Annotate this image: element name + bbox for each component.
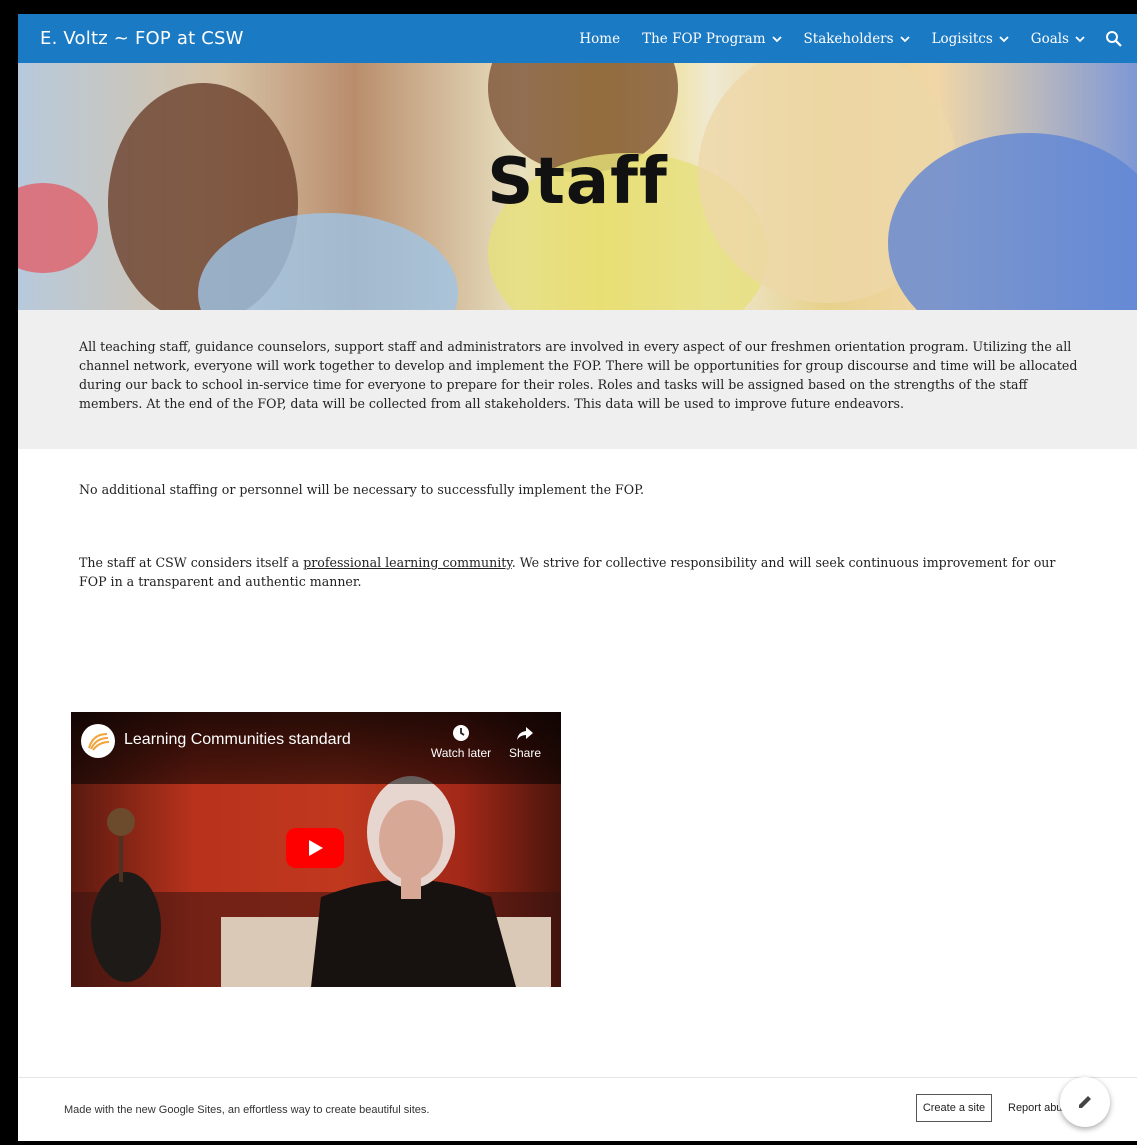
watch-later-label: Watch later [430, 746, 492, 760]
create-site-button[interactable]: Create a site [916, 1094, 992, 1122]
pencil-icon [1079, 1096, 1091, 1108]
intro-paragraph: All teaching staff, guidance counselors,… [79, 339, 1078, 411]
main-nav: Home The FOP Program Stakeholders Logisi… [579, 14, 1137, 63]
top-navigation-bar: E. Voltz ~ FOP at CSW Home The FOP Progr… [18, 14, 1137, 63]
video-title[interactable]: Learning Communities standard [124, 731, 351, 749]
nav-item-label: The FOP Program [642, 30, 766, 47]
nav-item-logistics[interactable]: Logisitcs [932, 31, 1009, 47]
report-abuse-link[interactable]: Report abu [1008, 1102, 1062, 1114]
nav-item-goals[interactable]: Goals [1031, 31, 1085, 47]
nav-item-label: Goals [1030, 30, 1069, 47]
nav-item-fop-program[interactable]: The FOP Program [642, 30, 782, 47]
staffing-paragraph: No additional staffing or personnel will… [79, 482, 645, 497]
nav-item-home[interactable]: Home [579, 31, 620, 47]
channel-logo[interactable] [81, 724, 115, 758]
channel-logo-icon [88, 733, 110, 751]
video-header: Learning Communities standard Watch late… [71, 712, 561, 784]
page-frame: E. Voltz ~ FOP at CSW Home The FOP Progr… [18, 14, 1137, 1141]
site-footer: Made with the new Google Sites, an effor… [18, 1077, 1137, 1141]
hero-banner: Staff [18, 63, 1137, 310]
play-icon [309, 840, 323, 856]
professional-learning-community-link[interactable]: professional learning community [303, 555, 512, 570]
clock-icon [453, 725, 469, 741]
edit-button[interactable] [1060, 1077, 1110, 1127]
share-label: Share [508, 746, 542, 760]
watch-later-button[interactable]: Watch later [429, 724, 493, 760]
footer-text: Made with the new Google Sites, an effor… [64, 1104, 430, 1116]
chevron-down-icon [999, 35, 1009, 42]
site-title[interactable]: E. Voltz ~ FOP at CSW [40, 28, 244, 49]
chevron-down-icon [771, 35, 782, 42]
chevron-down-icon [1075, 35, 1085, 42]
nav-item-label: Stakeholders [803, 30, 894, 47]
intro-section: All teaching staff, guidance counselors,… [18, 310, 1137, 449]
plc-text-before: The staff at CSW considers itself a [79, 555, 304, 570]
nav-item-stakeholders[interactable]: Stakeholders [804, 31, 910, 47]
nav-item-label: Home [579, 30, 621, 47]
search-icon[interactable] [1105, 30, 1123, 48]
nav-item-label: Logisitcs [931, 30, 993, 47]
youtube-video-embed[interactable]: Learning Communities standard Watch late… [71, 712, 561, 987]
chevron-down-icon [899, 35, 910, 42]
share-arrow-icon [517, 727, 533, 740]
plc-paragraph: The staff at CSW considers itself a prof… [79, 553, 1069, 591]
share-button[interactable]: Share [505, 724, 545, 760]
page-title: Staff [487, 145, 668, 219]
play-button[interactable] [286, 828, 344, 868]
